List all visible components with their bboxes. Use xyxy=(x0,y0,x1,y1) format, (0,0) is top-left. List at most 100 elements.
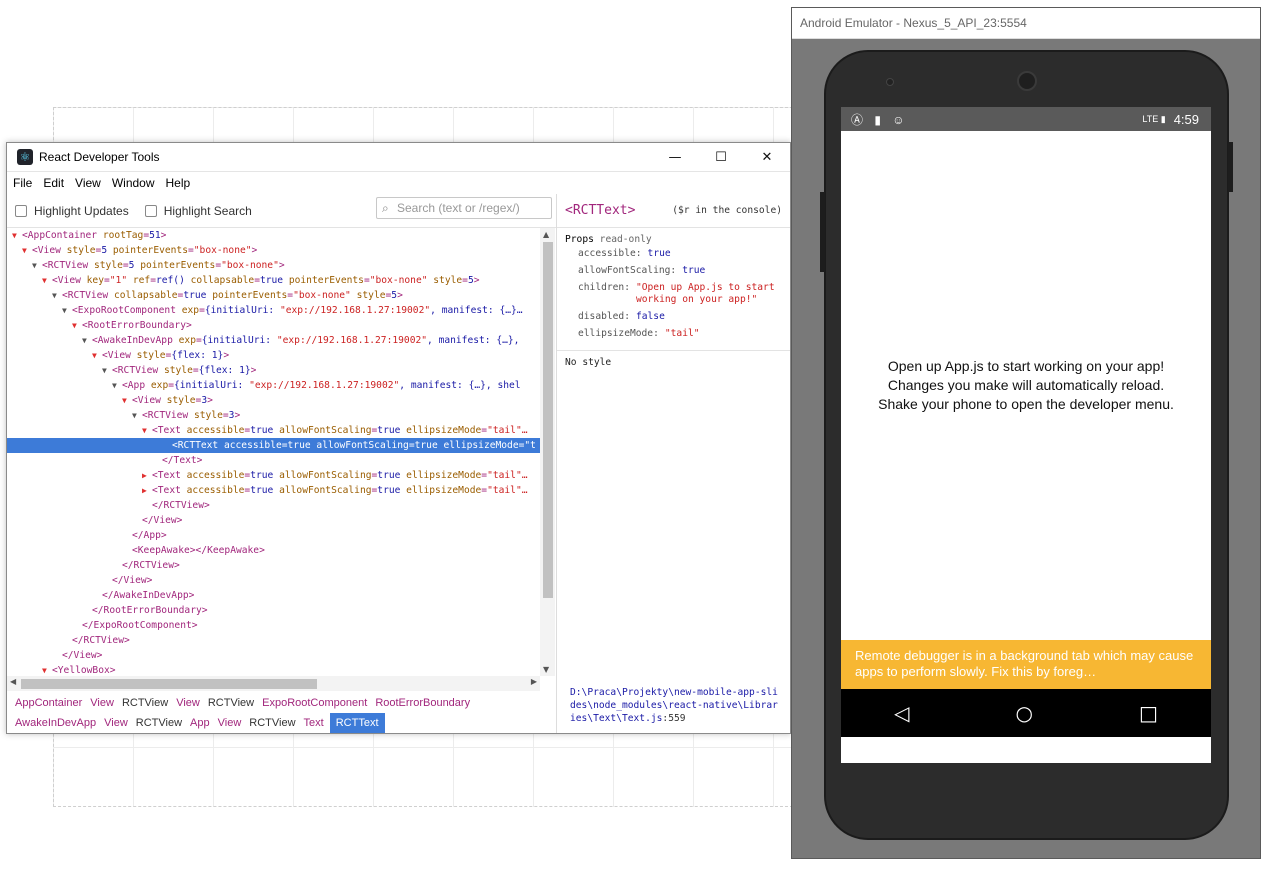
source-file-link[interactable]: D:\Praca\Projekty\new-mobile-app-slides\… xyxy=(570,686,780,725)
expand-arrow-icon[interactable]: ▼ xyxy=(42,273,52,288)
breadcrumb-item[interactable]: RCTView xyxy=(120,693,174,713)
breadcrumb-item[interactable]: RCTView xyxy=(134,713,188,733)
scrollbar-thumb[interactable] xyxy=(543,242,553,598)
tree-row[interactable]: </View> xyxy=(7,648,540,663)
tree-token: accessible xyxy=(186,425,245,436)
tree-row[interactable]: ▼ <View style=5 pointerEvents="box-none"> xyxy=(7,243,540,258)
tree-row[interactable]: ▼ <Text accessible=true allowFontScaling=… xyxy=(7,423,540,438)
close-button[interactable]: ✕ xyxy=(744,143,790,172)
vertical-scrollbar[interactable]: ▲ ▼ xyxy=(540,228,555,676)
expand-arrow-icon[interactable]: ▼ xyxy=(12,228,22,243)
expand-arrow-icon[interactable]: ▼ xyxy=(32,258,42,273)
expand-arrow-icon[interactable]: ▼ xyxy=(62,303,72,318)
tree-row[interactable]: </RCTView> xyxy=(7,558,540,573)
prop-value[interactable]: true xyxy=(682,265,705,277)
expand-arrow-icon[interactable]: ▼ xyxy=(112,378,122,393)
prop-value[interactable]: "tail" xyxy=(665,328,700,340)
highlight-updates-checkbox[interactable] xyxy=(15,204,27,217)
expand-arrow-icon[interactable]: ▼ xyxy=(102,363,112,378)
breadcrumb-item[interactable]: RootErrorBoundary xyxy=(373,693,476,713)
minimize-button[interactable]: — xyxy=(652,143,698,172)
tree-row[interactable]: ▼ <RCTView style=3> xyxy=(7,408,540,423)
tree-row[interactable]: </RootErrorBoundary> xyxy=(7,603,540,618)
tree-row[interactable]: </Text> xyxy=(7,453,540,468)
tree-row[interactable]: ▶ <Text accessible=true allowFontScaling=… xyxy=(7,468,540,483)
tree-token: ref() xyxy=(155,275,185,286)
horizontal-scrollbar[interactable]: ◀ ▶ xyxy=(7,676,540,691)
tree-row[interactable]: </View> xyxy=(7,513,540,528)
breadcrumb-item[interactable]: RCTView xyxy=(247,713,301,733)
volume-button[interactable] xyxy=(820,192,825,272)
tree-row[interactable]: <KeepAwake></KeepAwake> xyxy=(7,543,540,558)
breadcrumb-item[interactable]: View xyxy=(174,693,206,713)
expand-arrow-icon[interactable]: ▼ xyxy=(142,423,152,438)
tree-row[interactable]: ▼ <AwakeInDevApp exp={initialUri: "exp://… xyxy=(7,333,540,348)
prop-value[interactable]: true xyxy=(648,248,671,260)
tree-row[interactable]: ▼ <View style={flex: 1}> xyxy=(7,348,540,363)
breadcrumb-item[interactable]: View xyxy=(216,713,248,733)
tree-token: <RCTView xyxy=(42,260,94,271)
tree-row[interactable]: ▼ <RCTView style=5 pointerEvents="box-non… xyxy=(7,258,540,273)
prop-value[interactable]: false xyxy=(636,311,665,323)
back-icon[interactable]: ◁ xyxy=(894,701,909,725)
maximize-button[interactable]: ☐ xyxy=(698,143,744,172)
scroll-up-arrow-icon[interactable]: ▲ xyxy=(543,230,549,239)
expand-arrow-icon[interactable]: ▼ xyxy=(22,243,32,258)
tree-token: <Text xyxy=(152,425,187,436)
menu-edit[interactable]: Edit xyxy=(43,176,64,190)
breadcrumb-item[interactable]: AppContainer xyxy=(13,693,88,713)
tree-row[interactable]: ▼ <View key="1" ref=ref() collapsable=tru… xyxy=(7,273,540,288)
menu-view[interactable]: View xyxy=(75,176,101,190)
power-button[interactable] xyxy=(1228,142,1233,192)
android-emulator-window: Android Emulator - Nexus_5_API_23:5554 Ⓐ… xyxy=(791,7,1261,859)
breadcrumb-item[interactable]: View xyxy=(88,693,120,713)
expand-arrow-icon[interactable]: ▼ xyxy=(52,288,62,303)
tree-row[interactable]: ▶ <Text accessible=true allowFontScaling=… xyxy=(7,483,540,498)
tree-row[interactable]: </AwakeInDevApp> xyxy=(7,588,540,603)
tree-row[interactable]: ▼ <RCTView style={flex: 1}> xyxy=(7,363,540,378)
remote-debugger-warning[interactable]: Remote debugger is in a background tab w… xyxy=(841,640,1211,689)
breadcrumb-item[interactable]: RCTView xyxy=(206,693,260,713)
scroll-down-arrow-icon[interactable]: ▼ xyxy=(543,665,549,674)
menu-help[interactable]: Help xyxy=(166,176,191,190)
tree-row[interactable]: ▼ <ExpoRootComponent exp={initialUri: "ex… xyxy=(7,303,540,318)
breadcrumb-item[interactable]: App xyxy=(188,713,216,733)
home-icon[interactable]: ○ xyxy=(1016,701,1033,725)
tree-row[interactable]: </View> xyxy=(7,573,540,588)
breadcrumb-item[interactable]: ExpoRootComponent xyxy=(260,693,373,713)
expand-arrow-icon[interactable]: ▼ xyxy=(92,348,102,363)
breadcrumb-item[interactable]: View xyxy=(102,713,134,733)
expand-arrow-icon[interactable]: ▼ xyxy=(42,663,52,676)
highlight-search-checkbox[interactable] xyxy=(144,204,157,217)
tree-row[interactable]: ▼ <App exp={initialUri: "exp://192.168.1.… xyxy=(7,378,540,393)
search-input[interactable]: ⌕ Search (text or /regex/) xyxy=(376,197,552,219)
breadcrumb-item[interactable]: Text xyxy=(302,713,330,733)
tree-row[interactable]: </RCTView> xyxy=(7,633,540,648)
tree-row[interactable]: ▼ <View style=3> xyxy=(7,393,540,408)
app-message-line: Changes you make will automatically relo… xyxy=(887,377,1165,393)
expand-arrow-icon[interactable]: ▼ xyxy=(72,318,82,333)
tree-row[interactable]: </App> xyxy=(7,528,540,543)
collapsed-arrow-icon[interactable]: ▶ xyxy=(142,483,152,498)
expand-arrow-icon[interactable]: ▼ xyxy=(122,393,132,408)
tree-row[interactable]: </RCTView> xyxy=(7,498,540,513)
breadcrumb-item[interactable]: AwakeInDevApp xyxy=(13,713,102,733)
scrollbar-thumb-horizontal[interactable] xyxy=(21,679,317,689)
collapsed-arrow-icon[interactable]: ▶ xyxy=(142,468,152,483)
scroll-left-arrow-icon[interactable]: ◀ xyxy=(10,677,16,686)
tree-row[interactable]: <RCTText accessible=true allowFontScalin… xyxy=(7,438,540,453)
prop-value[interactable]: "Open up App.js to start working on your… xyxy=(636,282,776,306)
expand-arrow-icon[interactable]: ▼ xyxy=(132,408,142,423)
menu-file[interactable]: File xyxy=(13,176,32,190)
tree-row[interactable]: ▼ <RootErrorBoundary> xyxy=(7,318,540,333)
tree-row[interactable]: ▼ <RCTView collapsable=true pointerEvents… xyxy=(7,288,540,303)
recents-icon[interactable]: □ xyxy=(1139,701,1158,725)
tree-row[interactable]: ▼ <YellowBox> xyxy=(7,663,540,676)
scroll-right-arrow-icon[interactable]: ▶ xyxy=(531,677,537,686)
expand-arrow-icon[interactable]: ▼ xyxy=(82,333,92,348)
tree-row[interactable]: </ExpoRootComponent> xyxy=(7,618,540,633)
tree-token: allowFontScaling xyxy=(273,485,372,496)
tree-row[interactable]: ▼ <AppContainer rootTag=51> xyxy=(7,228,540,243)
menu-window[interactable]: Window xyxy=(112,176,155,190)
breadcrumb-item[interactable]: RCTText xyxy=(329,713,385,733)
